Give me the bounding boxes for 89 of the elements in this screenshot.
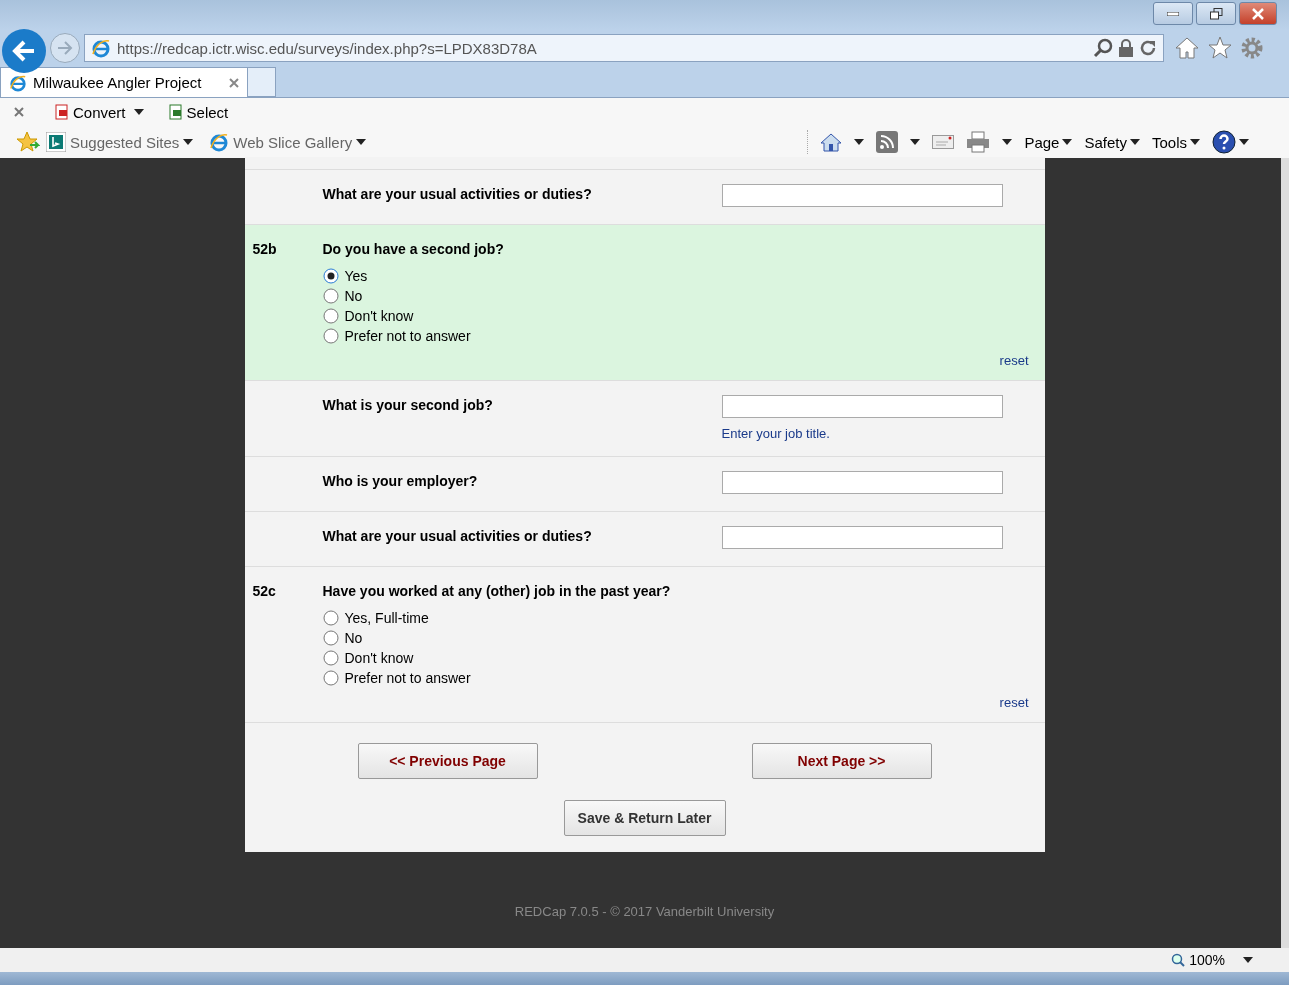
scrollbar[interactable]: [1281, 158, 1289, 948]
save-return-button[interactable]: Save & Return Later: [563, 800, 726, 836]
question-label: What are your usual activities or duties?: [322, 527, 592, 544]
star-icon[interactable]: [1208, 36, 1232, 60]
caret-icon[interactable]: [1243, 957, 1253, 963]
text-field[interactable]: [721, 471, 1003, 494]
command-menu[interactable]: Page: [1024, 133, 1073, 151]
globe-e-icon: [9, 73, 27, 92]
caret-icon[interactable]: [1062, 139, 1073, 145]
rss-feed-icon[interactable]: [876, 131, 899, 153]
help-menu[interactable]: [1212, 130, 1249, 154]
caret-icon[interactable]: [1190, 139, 1200, 145]
favorites-link[interactable]: Suggested Sites: [46, 132, 194, 152]
reset-link[interactable]: reset: [999, 695, 1029, 710]
radio-button[interactable]: [322, 268, 339, 284]
back-button[interactable]: [2, 29, 46, 73]
restore-icon: [1209, 7, 1223, 20]
close-icon: [1252, 7, 1264, 20]
question-number: 52c: [252, 582, 276, 599]
radio-button[interactable]: [322, 328, 339, 344]
caret-icon[interactable]: [183, 139, 194, 145]
command-menu[interactable]: Tools: [1151, 133, 1200, 151]
radio-button[interactable]: [322, 308, 339, 324]
minimize-icon: [1167, 11, 1179, 16]
text-field[interactable]: [721, 395, 1003, 418]
toolbar-button[interactable]: Convert: [54, 103, 126, 121]
lock-icon: [1119, 39, 1133, 57]
question-label: What is your second job?: [322, 396, 493, 413]
settings-icon[interactable]: [1240, 36, 1264, 60]
text-field[interactable]: [721, 184, 1003, 207]
option-label: No: [344, 288, 363, 304]
reset-link[interactable]: reset: [999, 353, 1029, 368]
radio-button[interactable]: [322, 650, 339, 666]
radio-button[interactable]: [322, 288, 339, 304]
next-page-button[interactable]: Next Page >>: [751, 743, 932, 779]
caret-icon[interactable]: [133, 109, 144, 115]
command-menu[interactable]: Safety: [1084, 133, 1140, 151]
option-label: Don't know: [344, 650, 414, 666]
question-label: What are your usual activities or duties?: [322, 185, 592, 202]
search-icon[interactable]: [1093, 38, 1113, 58]
option-label: No: [344, 630, 363, 646]
question-label: Do you have a second job?: [322, 240, 504, 257]
question-label: Have you worked at any (other) job in the past year?: [322, 582, 671, 599]
option-label: Prefer not to answer: [344, 670, 471, 686]
favorites-link[interactable]: Web Slice Gallery: [209, 132, 367, 152]
caret-icon[interactable]: [356, 139, 367, 145]
option-label: Yes, Full-time: [344, 610, 429, 626]
help-icon: [1212, 130, 1236, 154]
printer-icon[interactable]: [966, 131, 991, 153]
question-number: 52b: [252, 240, 277, 257]
field-hint: Enter your job title.: [721, 426, 830, 441]
radio-button[interactable]: [322, 670, 339, 686]
favorites-star-icon[interactable]: [16, 131, 40, 153]
option-label: Don't know: [344, 308, 414, 324]
mail-icon[interactable]: [932, 135, 955, 149]
close-icon[interactable]: [229, 77, 239, 88]
caret-icon[interactable]: [910, 139, 921, 145]
radio-button[interactable]: [322, 630, 339, 646]
caret-icon[interactable]: [1002, 139, 1013, 145]
caret-icon[interactable]: [854, 139, 865, 145]
refresh-icon[interactable]: [1139, 39, 1157, 57]
close-icon[interactable]: [14, 107, 24, 117]
globe-e-icon: [91, 38, 111, 58]
arrow-left-icon: [12, 40, 36, 62]
address-bar[interactable]: https://redcap.ictr.wisc.edu/surveys/index.php?s=LPDX83D78A: [84, 34, 1164, 62]
close-button[interactable]: [1239, 2, 1277, 25]
caret-icon[interactable]: [1239, 139, 1249, 145]
b-tile-icon: [46, 132, 66, 152]
radio-button[interactable]: [322, 610, 339, 626]
question-label: Who is your employer?: [322, 472, 478, 489]
caret-icon[interactable]: [1129, 139, 1140, 145]
new-tab-button[interactable]: [248, 67, 276, 97]
option-label: Yes: [344, 268, 368, 284]
magnifier-icon: [1171, 953, 1186, 967]
text-field[interactable]: [721, 526, 1003, 549]
browser-tab[interactable]: Milwaukee Angler Project: [0, 67, 248, 97]
document-icon: [167, 104, 184, 120]
home-icon[interactable]: [1174, 36, 1200, 60]
restore-button[interactable]: [1196, 2, 1236, 25]
footer-text: REDCap 7.0.5 - © 2017 Vanderbilt University: [514, 904, 775, 919]
globe-e-icon: [209, 132, 230, 152]
home-icon[interactable]: [820, 132, 843, 152]
option-label: Prefer not to answer: [344, 328, 471, 344]
minimize-button[interactable]: [1153, 2, 1193, 25]
document-icon: [54, 104, 70, 120]
previous-page-button[interactable]: << Previous Page: [357, 743, 538, 779]
toolbar-button[interactable]: Select: [167, 103, 229, 121]
arrow-right-icon: [57, 41, 73, 55]
zoom-control[interactable]: 100%: [1171, 952, 1225, 968]
